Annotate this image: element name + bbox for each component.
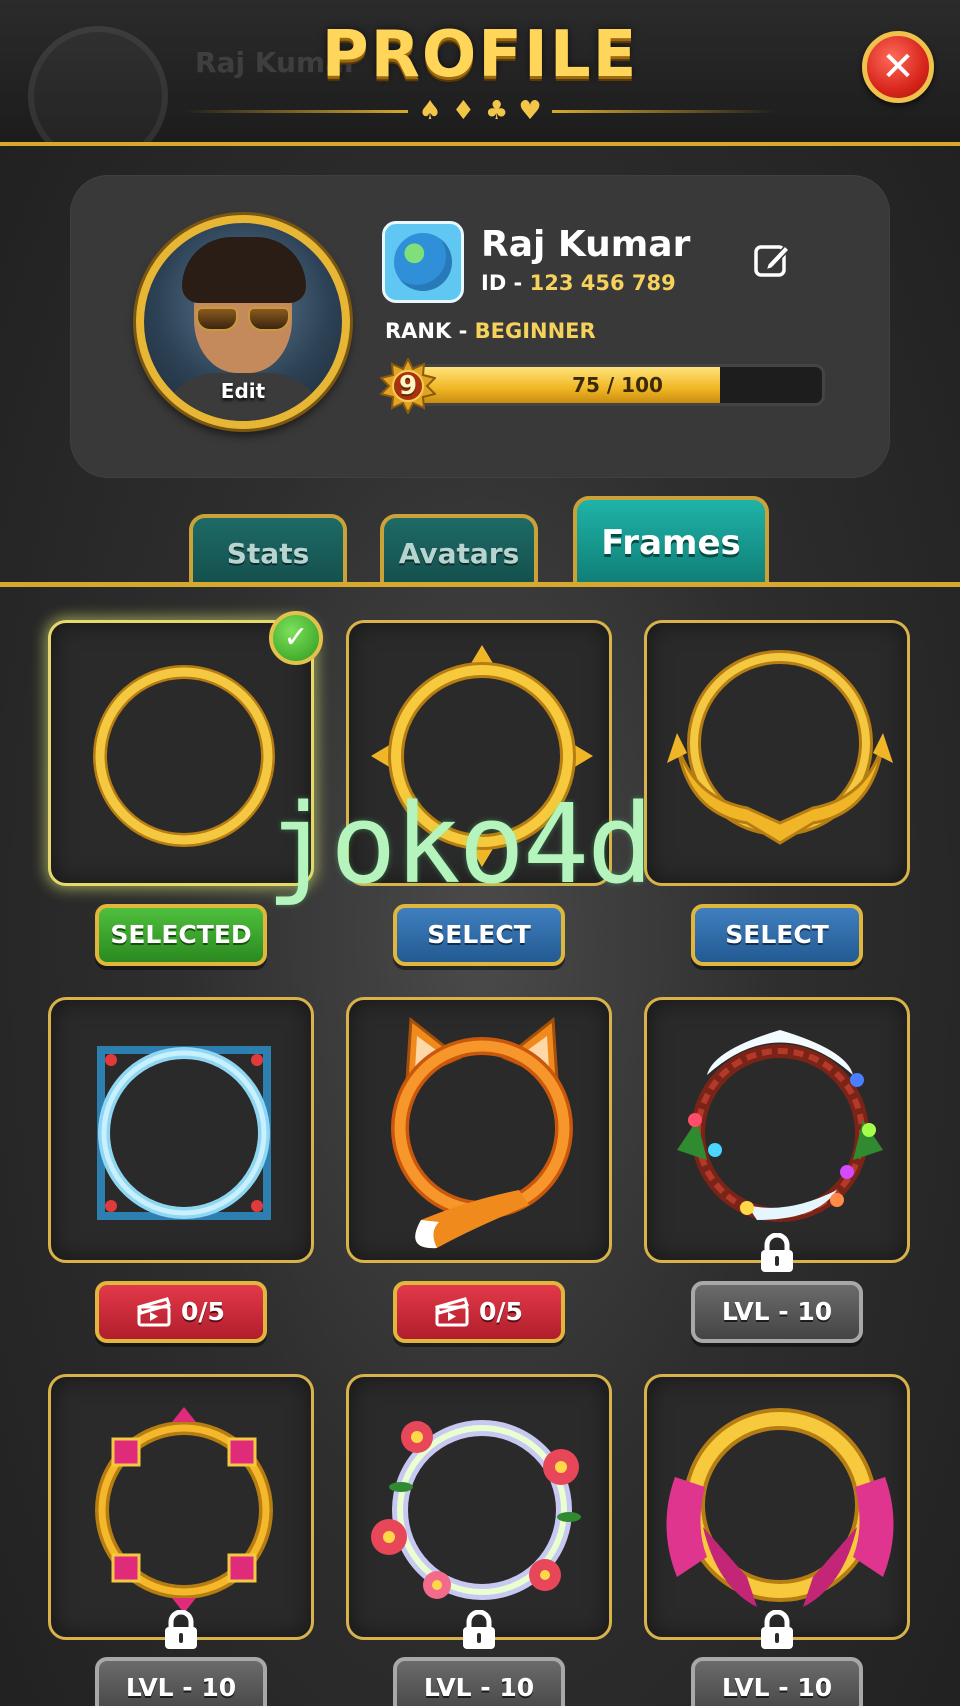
frame-watch-video-button-5[interactable]: 0/5 <box>393 1281 565 1343</box>
frame-locked-button-9[interactable]: LVL - 10 <box>691 1657 863 1706</box>
frame-locked-button-8[interactable]: LVL - 10 <box>393 1657 565 1706</box>
button-label: SELECT <box>427 920 531 949</box>
player-name: Raj Kumar <box>481 224 691 265</box>
frame-select-button-2[interactable]: SELECT <box>393 904 565 966</box>
avatar-hair <box>182 237 306 303</box>
divider-line-right <box>551 109 777 113</box>
spade-icon: ♠ <box>418 96 442 126</box>
button-label: LVL - 10 <box>423 1673 535 1702</box>
tab-stats-label: Stats <box>226 537 310 570</box>
clapperboard-icon <box>435 1297 469 1327</box>
frame-card-pink-ribbon[interactable] <box>644 1374 910 1640</box>
club-icon: ♣ <box>485 96 509 126</box>
avatar-edit-label[interactable]: Edit <box>144 379 342 403</box>
button-label: LVL - 10 <box>721 1673 833 1702</box>
tabs-divider <box>0 582 960 587</box>
avatar-sunglasses <box>196 307 290 331</box>
crest-frame-icon <box>667 650 893 845</box>
button-label: SELECTED <box>110 920 252 949</box>
lock-icon <box>761 1610 793 1649</box>
divider-line-left <box>183 109 409 113</box>
frame-card-fox[interactable] <box>346 997 612 1263</box>
frame-select-button-1[interactable]: SELECTED <box>95 904 267 966</box>
frame-locked-button-7[interactable]: LVL - 10 <box>95 1657 267 1706</box>
close-button[interactable]: ✕ <box>862 31 934 103</box>
lock-icon <box>463 1610 495 1649</box>
fox-frame-icon <box>391 1017 573 1249</box>
header-bar: Raj Kumar PROFILE ♠ ♦ ♣ ♥ ✕ <box>0 0 960 146</box>
button-label: 0/5 <box>181 1297 225 1326</box>
ice-frame-icon <box>97 1046 271 1220</box>
tab-frames[interactable]: Frames <box>573 496 769 584</box>
button-label: 0/5 <box>479 1297 523 1326</box>
lock-icon <box>761 1233 793 1272</box>
player-id: ID - 123 456 789 <box>481 271 676 295</box>
xp-progress-text: 75 / 100 <box>572 373 663 397</box>
suits-divider: ♠ ♦ ♣ ♥ <box>0 96 960 126</box>
diamond-icon: ♦ <box>451 96 475 126</box>
ruby-frame-icon <box>95 1407 273 1613</box>
floral-frame-icon <box>371 1420 581 1600</box>
frame-card-royal-crest[interactable] <box>644 620 910 886</box>
sun-frame-icon <box>371 645 593 867</box>
player-id-value: 123 456 789 <box>529 271 676 295</box>
wreath-frame-icon <box>677 1030 883 1222</box>
tab-stats[interactable]: Stats <box>189 514 347 584</box>
frame-watch-video-button-4[interactable]: 0/5 <box>95 1281 267 1343</box>
tab-avatars[interactable]: Avatars <box>380 514 538 584</box>
globe-icon[interactable] <box>382 221 464 303</box>
page-title: PROFILE <box>321 18 639 92</box>
button-label: LVL - 10 <box>125 1673 237 1702</box>
gold-ring-frame-icon <box>93 665 275 847</box>
ribbon-frame-icon <box>666 1408 894 1607</box>
button-label: LVL - 10 <box>721 1297 833 1326</box>
xp-progress-bar: 75 / 100 <box>410 364 825 406</box>
frame-card-ice-crystal[interactable] <box>48 997 314 1263</box>
close-icon: ✕ <box>881 44 915 90</box>
rank-label: RANK - <box>385 319 475 343</box>
rank-line: RANK - BEGINNER <box>385 319 596 343</box>
selected-check-icon: ✓ <box>269 611 323 665</box>
frame-card-christmas-wreath[interactable] <box>644 997 910 1263</box>
tab-avatars-label: Avatars <box>398 537 520 570</box>
edit-name-icon[interactable] <box>752 240 792 280</box>
frame-card-ruby-gold[interactable] <box>48 1374 314 1640</box>
frame-card-gold-ring[interactable] <box>48 620 314 886</box>
frame-card-sun-spikes[interactable] <box>346 620 612 886</box>
level-number: 9 <box>398 371 418 401</box>
rank-value: BEGINNER <box>474 319 596 343</box>
tab-frames-label: Frames <box>601 523 741 563</box>
lock-icon <box>165 1610 197 1649</box>
player-id-label: ID - <box>481 271 530 295</box>
button-label: SELECT <box>725 920 829 949</box>
clapperboard-icon <box>137 1297 171 1327</box>
player-avatar[interactable]: Edit <box>136 215 350 429</box>
frame-locked-button-6[interactable]: LVL - 10 <box>691 1281 863 1343</box>
heart-icon: ♥ <box>518 96 542 126</box>
frame-card-floral[interactable] <box>346 1374 612 1640</box>
frame-select-button-3[interactable]: SELECT <box>691 904 863 966</box>
